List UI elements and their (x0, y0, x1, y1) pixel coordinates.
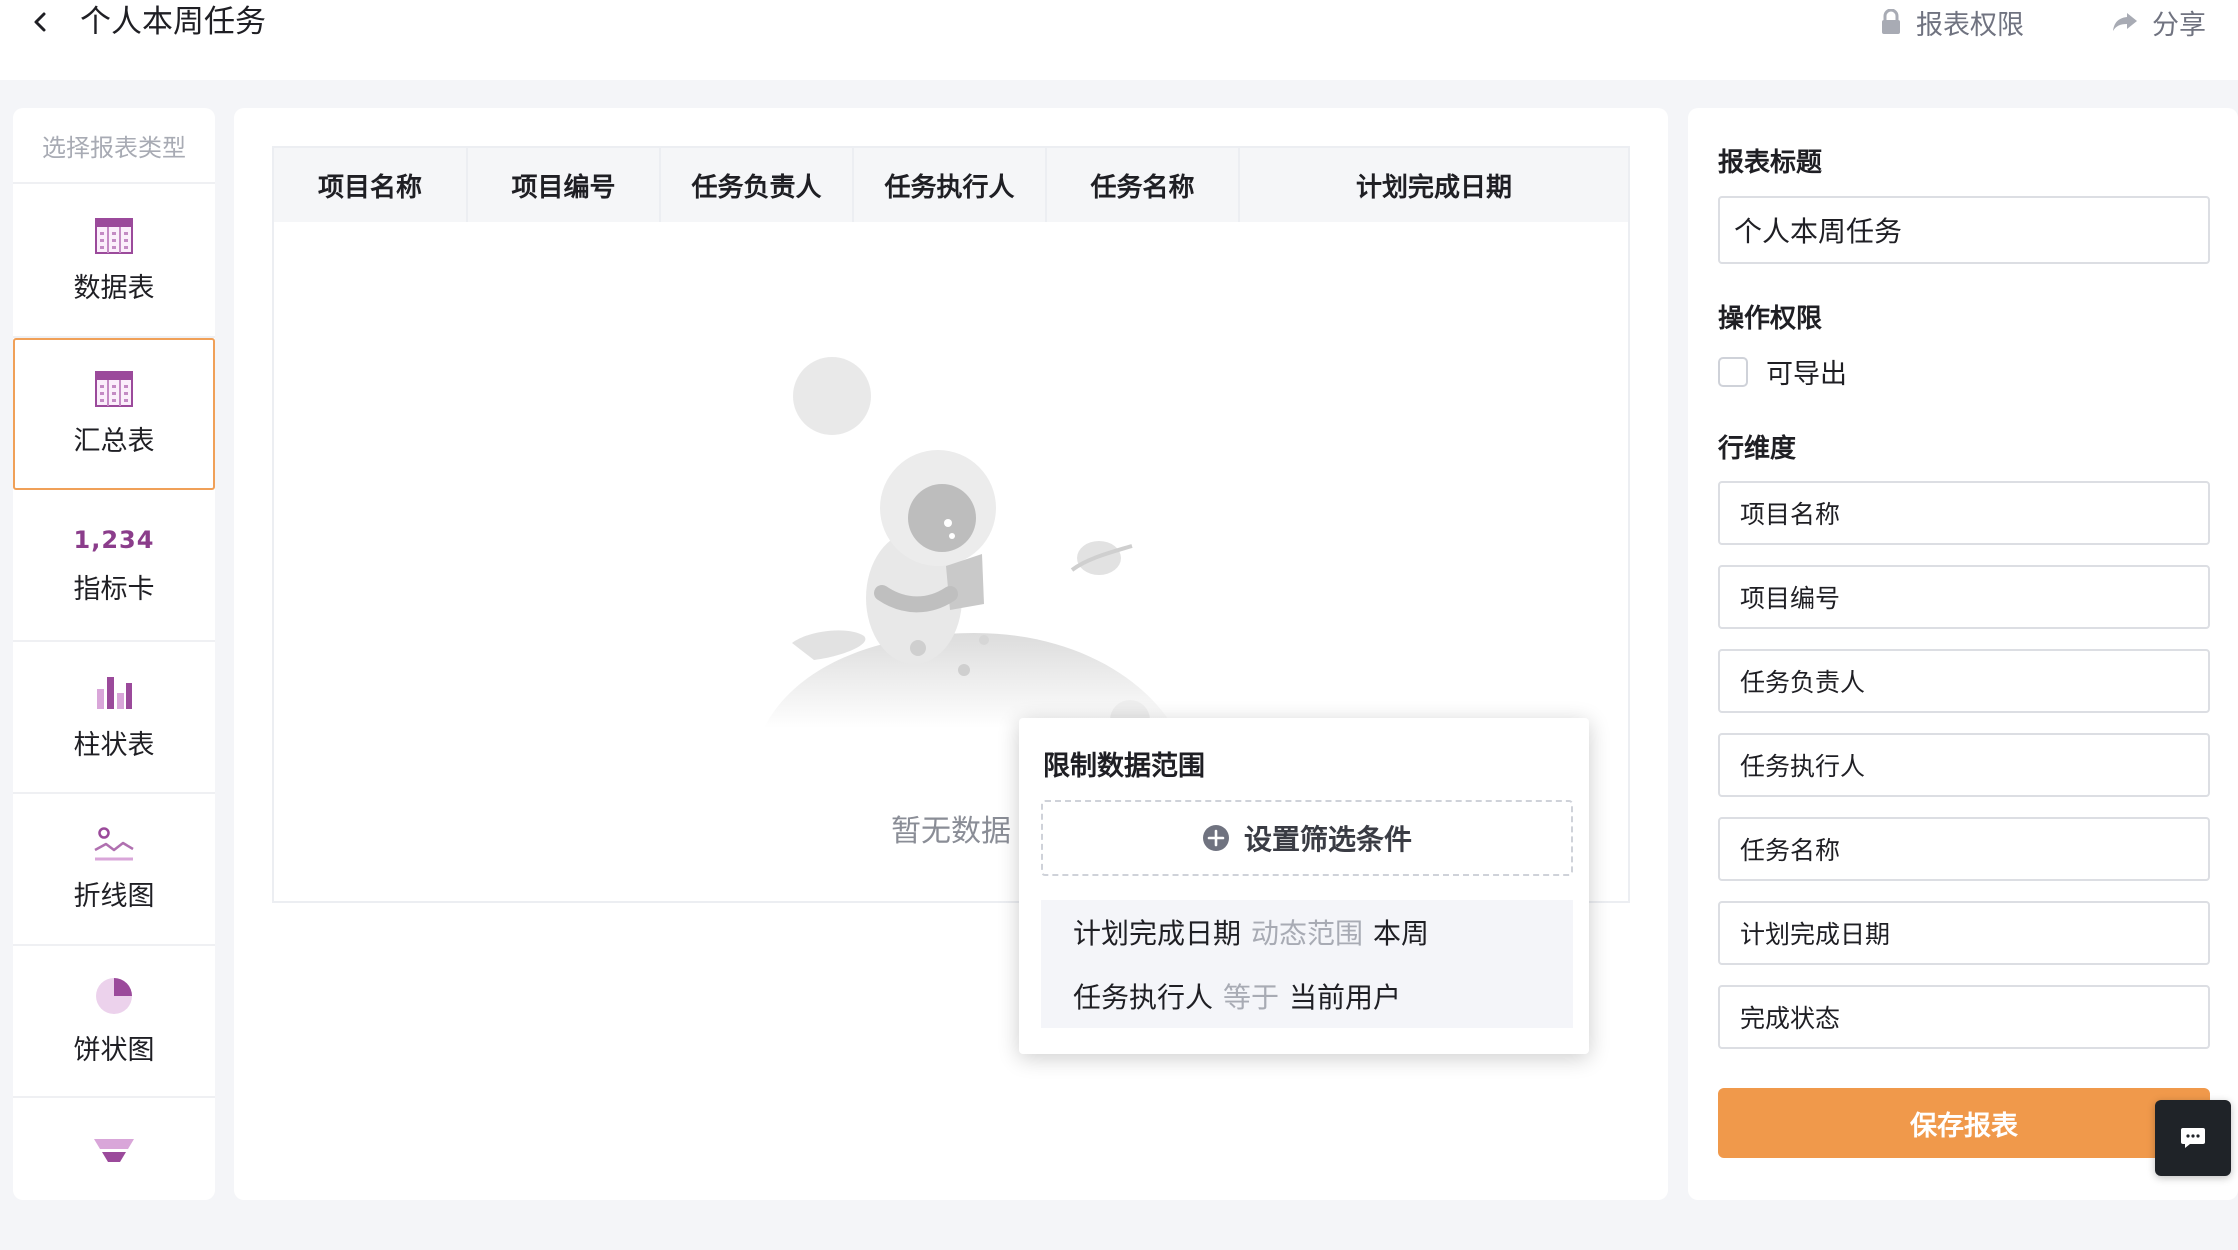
table-icon (95, 217, 133, 254)
line-chart-icon (94, 826, 134, 860)
operation-permission-label: 操作权限 (1718, 304, 1823, 334)
sidebar-item-label: 饼状图 (73, 1034, 155, 1066)
column-header[interactable]: 计划完成日期 (1240, 148, 1628, 222)
funnel-chart-icon (94, 1139, 134, 1162)
filter-condition-row[interactable]: 任务执行人 等于 当前用户 (1041, 964, 1573, 1028)
row-dimension-item[interactable]: 计划完成日期 (1718, 901, 2210, 965)
export-checkbox[interactable] (1718, 356, 1748, 387)
summary-table-icon (95, 370, 133, 407)
column-header[interactable]: 项目名称 (274, 148, 468, 222)
column-header[interactable]: 任务执行人 (854, 148, 1047, 222)
chat-bubble-icon (2181, 1128, 2205, 1148)
report-type-sidebar: 选择报表类型 数据表 汇总表 1,234 指标卡 柱状表 折线图 饼状图 (13, 108, 215, 1200)
report-permission-label: 报表权限 (1916, 9, 2024, 41)
report-permission-button[interactable]: 报表权限 (1880, 2, 2024, 42)
app-header: 个人本周任务 报表权限 分享 (0, 0, 2238, 80)
add-filter-button[interactable]: 设置筛选条件 (1041, 800, 1573, 876)
sidebar-item-pie-chart[interactable]: 饼状图 (13, 946, 215, 1098)
share-icon (2113, 13, 2137, 31)
share-label: 分享 (2152, 9, 2206, 41)
sidebar-item-line-chart[interactable]: 折线图 (13, 794, 215, 946)
row-dimension-item[interactable]: 任务名称 (1718, 817, 2210, 881)
column-header[interactable]: 项目编号 (468, 148, 661, 222)
filter-condition-row[interactable]: 计划完成日期 动态范围 本周 (1041, 900, 1573, 964)
chevron-left-icon (34, 12, 46, 32)
metric-card-icon: 1,234 (73, 525, 155, 554)
sidebar-item-funnel-chart[interactable] (13, 1098, 215, 1250)
back-button[interactable] (18, 0, 62, 44)
export-label: 可导出 (1766, 359, 1847, 390)
plus-circle-icon (1202, 825, 1229, 851)
sidebar-item-label: 指标卡 (73, 573, 155, 605)
report-config-panel: 报表标题 操作权限 可导出 行维度 项目名称 项目编号 任务负责人 任务执行人 … (1688, 108, 2238, 1200)
column-header[interactable]: 任务名称 (1047, 148, 1240, 222)
filter-field: 任务执行人 (1073, 981, 1214, 1014)
sidebar-item-bar-chart[interactable]: 柱状表 (13, 642, 215, 794)
save-report-button[interactable]: 保存报表 (1718, 1088, 2210, 1158)
lock-icon (1882, 9, 1900, 34)
sidebar-header: 选择报表类型 (13, 108, 215, 184)
filter-value: 本周 (1373, 917, 1430, 950)
page-title: 个人本周任务 (80, 4, 266, 40)
sidebar-item-metric-card[interactable]: 1,234 指标卡 (13, 490, 215, 642)
data-scope-popover: 限制数据范围 设置筛选条件 计划完成日期 动态范围 本周 任务执行人 等于 当前… (1019, 718, 1589, 1054)
sidebar-item-label: 汇总表 (73, 425, 155, 457)
popover-title: 限制数据范围 (1043, 751, 1205, 782)
sidebar-item-label: 柱状表 (73, 729, 155, 761)
chat-button[interactable] (2155, 1100, 2231, 1176)
add-filter-label: 设置筛选条件 (1243, 823, 1412, 856)
row-dimension-item[interactable]: 任务执行人 (1718, 733, 2210, 797)
empty-astronaut-illustration (764, 357, 1174, 740)
row-dimension-item[interactable]: 项目编号 (1718, 565, 2210, 629)
row-dimension-item[interactable]: 完成状态 (1718, 985, 2210, 1049)
export-option[interactable]: 可导出 (1718, 352, 1847, 391)
filter-operator: 等于 (1223, 981, 1280, 1014)
row-dimension-item[interactable]: 任务负责人 (1718, 649, 2210, 713)
sidebar-item-data-table[interactable]: 数据表 (13, 186, 215, 338)
share-button[interactable]: 分享 (2112, 2, 2206, 42)
bar-chart-icon (97, 676, 132, 709)
filter-operator: 动态范围 (1251, 917, 1364, 950)
report-title-input[interactable] (1718, 196, 2210, 264)
report-title-label: 报表标题 (1718, 148, 1823, 178)
sidebar-item-summary-table[interactable]: 汇总表 (13, 338, 215, 490)
table-header: 项目名称 项目编号 任务负责人 任务执行人 任务名称 计划完成日期 (274, 148, 1628, 222)
row-dimension-label: 行维度 (1718, 434, 1797, 464)
filter-value: 当前用户 (1289, 981, 1402, 1014)
pie-chart-icon (96, 977, 132, 1014)
row-dimension-item[interactable]: 项目名称 (1718, 481, 2210, 545)
filter-field: 计划完成日期 (1073, 917, 1242, 950)
sidebar-item-label: 数据表 (73, 272, 155, 304)
column-header[interactable]: 任务负责人 (661, 148, 854, 222)
sidebar-item-label: 折线图 (73, 880, 155, 912)
